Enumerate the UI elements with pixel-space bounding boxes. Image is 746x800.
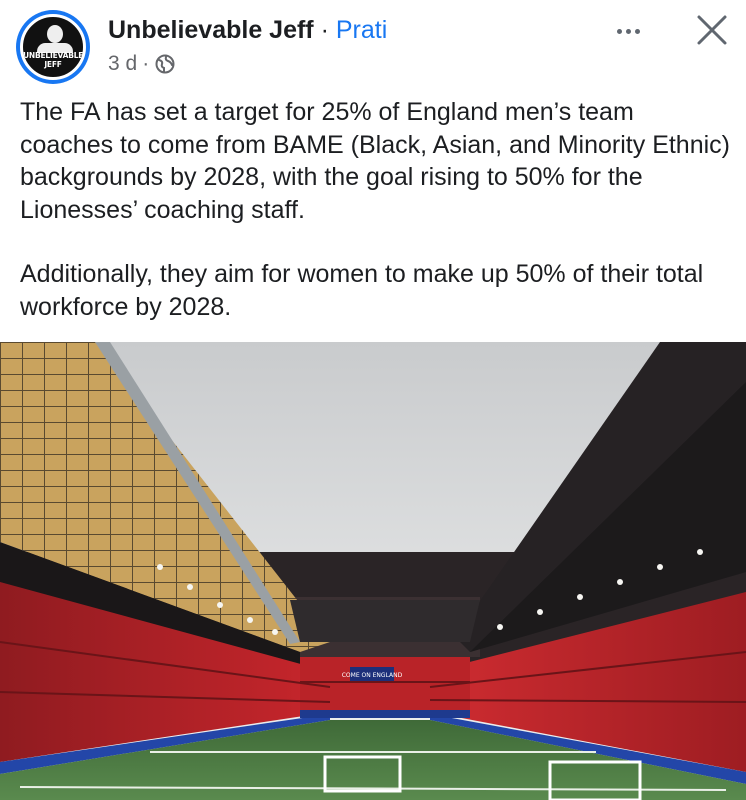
avatar-image: UNBELIEVABLE JEFF [20,14,86,80]
more-dot [625,28,631,34]
close-button[interactable] [694,12,730,48]
globe-icon [155,54,175,74]
more-dots-icon [616,28,622,34]
author-name[interactable]: Unbelievable Jeff [108,16,314,44]
author-row: Unbelievable Jeff · Prati [108,14,387,46]
more-options-button[interactable] [604,16,652,46]
post-paragraph-2: Additionally, they aim for women to make… [20,260,704,321]
stadium-photo: COME ON ENGLAND [0,342,746,800]
avatar[interactable]: UNBELIEVABLE JEFF [16,10,90,84]
scoreboard-text: COME ON ENGLAND [342,672,403,679]
post-text: The FA has set a target for 25% of Engla… [20,96,732,323]
meta-separator: · [142,52,150,75]
name-separator: · [320,16,329,44]
avatar-logo-text: UNBELIEVABLE JEFF [23,51,84,69]
close-icon [697,15,727,45]
post-header: UNBELIEVABLE JEFF Unbelievable Jeff · Pra… [0,0,746,92]
post-timestamp[interactable]: 3 d [108,50,137,78]
follow-button[interactable]: Prati [336,16,387,44]
more-dot [634,28,640,34]
avatar-head-shape [47,25,63,43]
post-meta: 3 d · [108,50,175,78]
post-paragraph-1: The FA has set a target for 25% of Engla… [20,98,730,224]
post-image[interactable]: COME ON ENGLAND [0,342,746,800]
